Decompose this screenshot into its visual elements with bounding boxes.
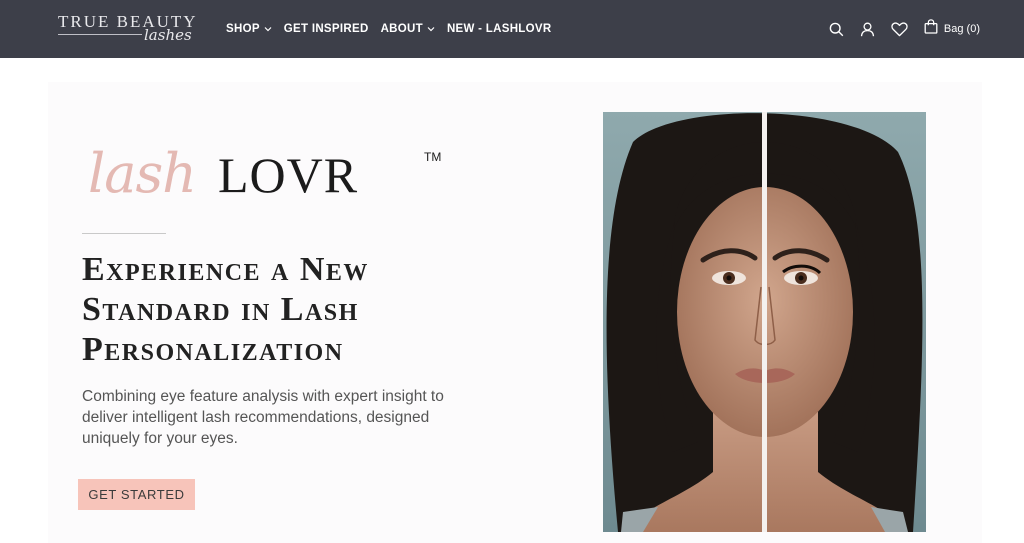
- hero-headline: Experience a New Standard in Lash Person…: [82, 250, 502, 370]
- brand-caps-text: LOVR: [218, 147, 359, 203]
- headline-line: Standard in Lash: [82, 291, 359, 328]
- search-icon[interactable]: [829, 22, 844, 37]
- description-line: deliver intelligent lash recommendations…: [82, 409, 430, 426]
- logo-rule: [58, 34, 142, 35]
- chevron-down-icon: [427, 26, 435, 32]
- logo-script: lashes: [144, 26, 192, 44]
- hero-description: Combining eye feature analysis with expe…: [82, 386, 502, 449]
- hero-portrait-image: [603, 112, 926, 532]
- site-logo[interactable]: TRUE BEAUTY lashes: [58, 12, 198, 46]
- hero-divider: [82, 233, 166, 234]
- nav-item-label: GET INSPIRED: [283, 23, 369, 35]
- brand-script-text: lash: [88, 142, 197, 205]
- lashlovr-brand-logo: lash LOVR TM: [88, 138, 448, 210]
- chevron-down-icon: [264, 26, 272, 32]
- site-header: TRUE BEAUTY lashes SHOP GET INSPIRED ABO…: [0, 0, 1024, 58]
- description-line: uniquely for your eyes.: [82, 430, 238, 447]
- nav-item-about[interactable]: ABOUT: [381, 23, 435, 35]
- main-nav: SHOP GET INSPIRED ABOUT NEW - LASHLOVR: [226, 0, 563, 58]
- bag-button[interactable]: Bag (0): [924, 19, 980, 39]
- account-icon[interactable]: [860, 22, 875, 37]
- nav-item-label: SHOP: [226, 23, 260, 35]
- hero-section: lash LOVR TM Experience a New Standard i…: [48, 82, 982, 543]
- trademark-mark: TM: [424, 150, 442, 164]
- headline-line: Experience a New: [82, 251, 369, 288]
- heart-icon[interactable]: [891, 21, 908, 37]
- get-started-button[interactable]: GET STARTED: [78, 479, 195, 510]
- description-line: Combining eye feature analysis with expe…: [82, 388, 444, 405]
- nav-item-shop[interactable]: SHOP: [226, 23, 272, 35]
- nav-item-label: NEW - LASHLOVR: [446, 23, 552, 35]
- nav-item-label: ABOUT: [380, 23, 423, 35]
- bag-label: Bag (0): [943, 23, 980, 35]
- bag-icon: [924, 19, 938, 39]
- headline-line: Personalization: [82, 331, 344, 368]
- nav-item-get-inspired[interactable]: GET INSPIRED: [284, 23, 369, 35]
- header-actions: Bag (0): [813, 0, 980, 58]
- nav-item-lashlovr[interactable]: NEW - LASHLOVR: [447, 23, 552, 35]
